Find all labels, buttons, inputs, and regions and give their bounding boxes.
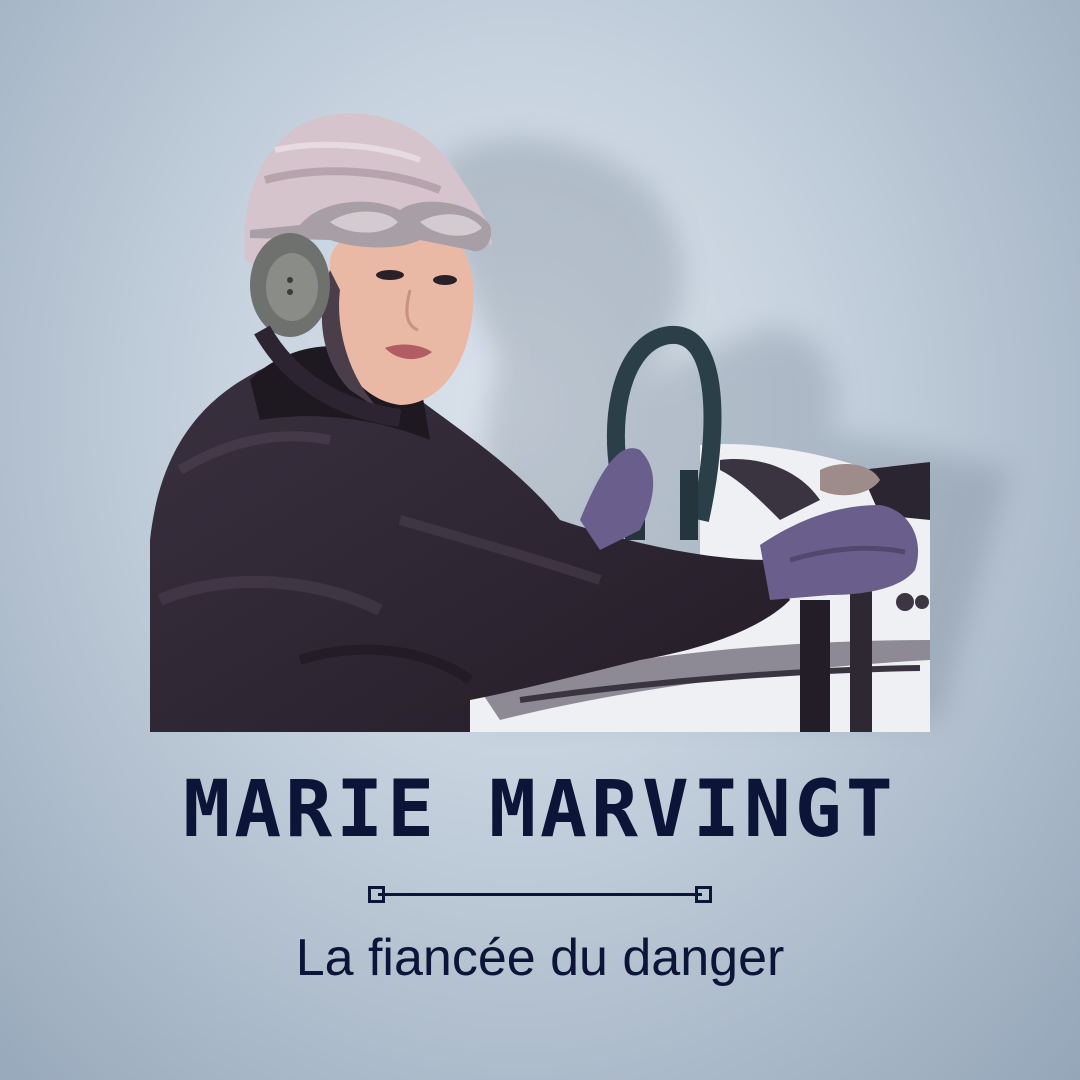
divider-line xyxy=(378,893,702,896)
divider-square-left xyxy=(368,886,385,903)
aviator-head xyxy=(321,221,474,410)
divider-square-right xyxy=(695,886,712,903)
decorative-divider xyxy=(368,884,712,904)
page-title: MARIE MARVINGT xyxy=(183,765,897,855)
aviator-illustration xyxy=(150,113,1010,732)
subtitle: La fiancée du danger xyxy=(295,929,785,987)
